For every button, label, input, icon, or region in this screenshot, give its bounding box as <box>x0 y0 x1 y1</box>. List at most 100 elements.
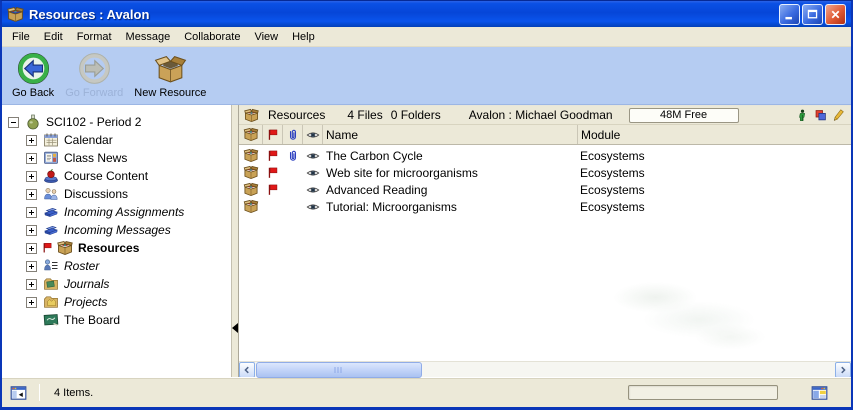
expand-plus-icon[interactable] <box>26 261 37 272</box>
column-flag[interactable] <box>263 125 283 144</box>
tree-item-label[interactable]: Calendar <box>64 133 113 147</box>
go-back-button[interactable]: Go Back <box>7 50 59 101</box>
tree-item-the-board[interactable]: The Board <box>2 311 231 329</box>
resources-pane: Resources 4 Files 0 Folders Avalon : Mic… <box>239 105 851 377</box>
tree-item-incoming-assignments[interactable]: Incoming Assignments <box>2 203 231 221</box>
menu-edit[interactable]: Edit <box>37 28 70 46</box>
go-back-icon <box>17 52 50 85</box>
file-row[interactable]: The Carbon Cycle Ecosystems <box>239 147 851 164</box>
minimize-button[interactable] <box>779 4 800 25</box>
books-apple-icon <box>43 168 59 184</box>
new-resource-button[interactable]: New Resource <box>129 50 211 101</box>
stack-icon <box>43 204 59 220</box>
tree-item-class-news[interactable]: Class News <box>2 149 231 167</box>
eye-icon[interactable] <box>306 183 320 197</box>
menu-view[interactable]: View <box>247 28 285 46</box>
open-box-icon <box>243 127 259 142</box>
tree-item-label[interactable]: Class News <box>64 151 127 165</box>
new-resource-label: New Resource <box>134 87 206 99</box>
tree-item-label[interactable]: Projects <box>64 295 107 309</box>
tree-item-projects[interactable]: Projects <box>2 293 231 311</box>
file-module[interactable]: Ecosystems <box>577 149 851 163</box>
toggle-left-panel-button[interactable] <box>9 384 28 402</box>
tree-root-label[interactable]: SCI102 - Period 2 <box>46 115 141 129</box>
tree-item-roster[interactable]: Roster <box>2 257 231 275</box>
file-row[interactable]: Web site for microorganisms Ecosystems <box>239 164 851 181</box>
expand-plus-icon[interactable] <box>26 297 37 308</box>
scroll-left-button[interactable] <box>239 362 255 378</box>
scrollbar-thumb[interactable] <box>256 362 422 378</box>
file-name[interactable]: Tutorial: Microorganisms <box>323 200 577 214</box>
column-attachment[interactable] <box>283 125 303 144</box>
file-module[interactable]: Ecosystems <box>577 200 851 214</box>
expand-plus-icon[interactable] <box>26 153 37 164</box>
column-module[interactable]: Module <box>577 125 851 144</box>
window-title: Resources : Avalon <box>29 7 777 22</box>
pane-header: Resources 4 Files 0 Folders Avalon : Mic… <box>239 106 851 125</box>
tree-item-incoming-messages[interactable]: Incoming Messages <box>2 221 231 239</box>
tree-root-sci102[interactable]: SCI102 - Period 2 <box>2 113 231 131</box>
menu-message[interactable]: Message <box>119 28 178 46</box>
pencil-icon[interactable] <box>832 108 845 122</box>
toggle-right-panel-button[interactable] <box>810 384 829 402</box>
expand-plus-icon[interactable] <box>26 225 37 236</box>
tree-item-label[interactable]: Incoming Assignments <box>64 205 184 219</box>
column-visibility[interactable] <box>303 125 323 144</box>
tree-item-label[interactable]: Roster <box>64 259 99 273</box>
scrollbar-track[interactable] <box>255 362 835 377</box>
tree-item-calendar[interactable]: Calendar <box>2 131 231 149</box>
tree-item-journals[interactable]: Journals <box>2 275 231 293</box>
scroll-right-button[interactable] <box>835 362 851 378</box>
menu-file[interactable]: File <box>5 28 37 46</box>
collapse-pane-icon[interactable] <box>232 323 238 333</box>
maximize-button[interactable] <box>802 4 823 25</box>
titlebar: Resources : Avalon <box>2 1 851 27</box>
menu-collaborate[interactable]: Collaborate <box>177 28 247 46</box>
chevron-left-icon <box>242 365 252 375</box>
tree-item-discussions[interactable]: Discussions <box>2 185 231 203</box>
go-forward-button[interactable]: Go Forward <box>60 50 128 101</box>
file-name[interactable]: Web site for microorganisms <box>323 166 577 180</box>
tree-item-label[interactable]: Discussions <box>64 187 128 201</box>
tree-item-label[interactable]: Course Content <box>64 169 148 183</box>
pane-splitter[interactable] <box>232 105 239 377</box>
close-button[interactable] <box>825 4 846 25</box>
items-count: 4 Items. <box>54 387 93 399</box>
stack-icon <box>43 222 59 238</box>
menu-format[interactable]: Format <box>70 28 119 46</box>
expand-plus-icon[interactable] <box>26 171 37 182</box>
tree-item-label[interactable]: Resources <box>78 241 139 255</box>
paperclip-icon <box>286 128 300 142</box>
file-row[interactable]: Tutorial: Microorganisms Ecosystems <box>239 198 851 215</box>
roster-icon <box>43 258 59 274</box>
minimize-icon <box>783 8 796 21</box>
tree-item-label[interactable]: The Board <box>64 313 120 327</box>
expand-plus-icon[interactable] <box>26 207 37 218</box>
file-name[interactable]: Advanced Reading <box>323 183 577 197</box>
open-box-icon <box>243 165 259 180</box>
tree-item-label[interactable]: Journals <box>64 277 109 291</box>
person-icon[interactable] <box>796 108 809 122</box>
squares-icon[interactable] <box>814 108 827 122</box>
expand-plus-icon[interactable] <box>26 135 37 146</box>
eye-icon[interactable] <box>306 166 320 180</box>
tree-item-resources[interactable]: Resources <box>2 239 231 257</box>
column-name[interactable]: Name <box>323 125 577 144</box>
expand-plus-icon[interactable] <box>26 189 37 200</box>
file-module[interactable]: Ecosystems <box>577 166 851 180</box>
tree-item-course-content[interactable]: Course Content <box>2 167 231 185</box>
eye-icon[interactable] <box>306 149 320 163</box>
horizontal-scrollbar[interactable] <box>239 361 851 377</box>
file-row[interactable]: Advanced Reading Ecosystems <box>239 181 851 198</box>
menubar: File Edit Format Message Collaborate Vie… <box>2 27 851 47</box>
file-module[interactable]: Ecosystems <box>577 183 851 197</box>
statusbar-divider <box>39 384 40 401</box>
tree-item-label[interactable]: Incoming Messages <box>64 223 171 237</box>
column-type[interactable] <box>239 125 263 144</box>
file-name[interactable]: The Carbon Cycle <box>323 149 577 163</box>
collapse-expander-icon[interactable] <box>8 117 19 128</box>
expand-plus-icon[interactable] <box>26 279 37 290</box>
expand-plus-icon[interactable] <box>26 243 37 254</box>
menu-help[interactable]: Help <box>285 28 322 46</box>
eye-icon[interactable] <box>306 200 320 214</box>
